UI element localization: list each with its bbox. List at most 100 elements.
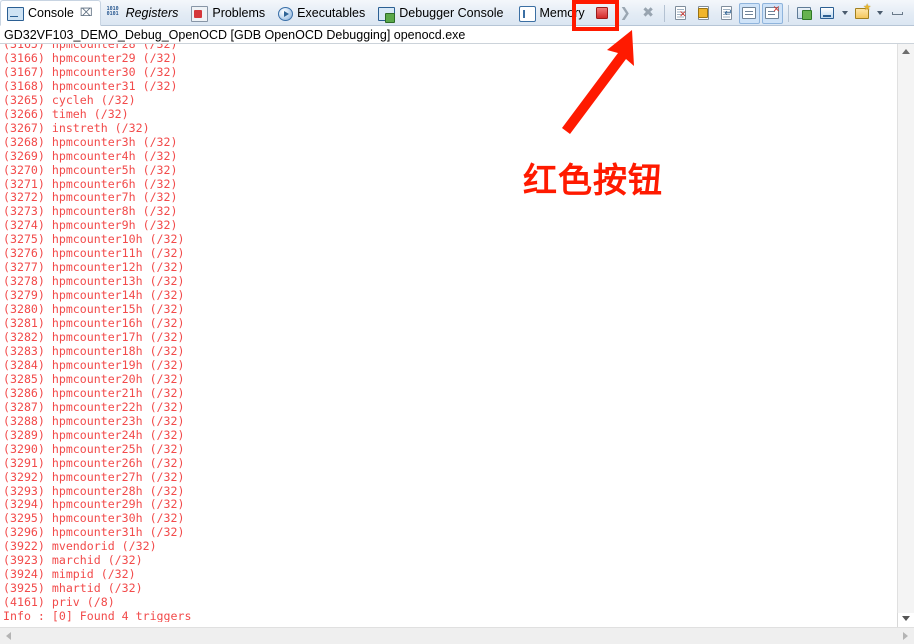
console-toolbar: ❯ ✖ ✕ ↵ ✕: [592, 0, 914, 26]
console-line: (3269) hpmcounter4h (/32): [3, 148, 178, 163]
clear-console-button[interactable]: ✕: [670, 3, 691, 24]
console-icon: [7, 6, 24, 21]
console-line: (3925) mhartid (/32): [3, 581, 143, 596]
open-console-folder-icon: [855, 4, 871, 19]
console-line: (3290) hpmcounter25h (/32): [3, 441, 185, 456]
console-output-area[interactable]: (3165) hpmcounter28 (/32) (3166) hpmcount…: [0, 44, 914, 622]
clear-badge-icon: ✕: [679, 10, 687, 20]
registers-icon: 1010 0101: [106, 5, 119, 17]
vertical-scrollbar[interactable]: [897, 44, 914, 622]
maximize-view-button[interactable]: [910, 3, 914, 24]
console-line: (3924) mimpid (/32): [3, 567, 136, 582]
tab-memory[interactable]: Memory: [511, 0, 592, 26]
tab-executables[interactable]: Executables: [272, 0, 372, 26]
console-line: (3167) hpmcounter30 (/32): [3, 64, 178, 79]
console-line: (3293) hpmcounter28h (/32): [3, 483, 185, 498]
console-line: (3282) hpmcounter17h (/32): [3, 330, 185, 345]
tab-debugger-console-label: Debugger Console: [399, 6, 504, 20]
scroll-right-arrow-icon[interactable]: [903, 632, 908, 640]
tab-console[interactable]: Console ⌧: [0, 0, 101, 26]
console-line: (3276) hpmcounter11h (/32): [3, 246, 185, 261]
show-on-output-icon: ↵: [720, 6, 733, 20]
console-line: (3274) hpmcounter9h (/32): [3, 218, 178, 233]
open-console-button[interactable]: [852, 3, 873, 24]
lock-icon: [697, 8, 708, 18]
remove-all-terminated-icon: ✖: [642, 5, 655, 21]
console-line: (3294) hpmcounter29h (/32): [3, 497, 185, 512]
tab-executables-label: Executables: [297, 6, 366, 20]
console-line: (3272) hpmcounter7h (/32): [3, 190, 178, 205]
horizontal-scrollbar[interactable]: [0, 627, 914, 644]
tab-problems[interactable]: Problems: [185, 0, 272, 26]
view-tab-strip: Console ⌧ 1010 0101 Registers Problems Ex…: [0, 0, 914, 26]
console-line: (3288) hpmcounter23h (/32): [3, 413, 185, 428]
executables-icon: [278, 6, 294, 21]
console-line: Info : [0] Found 4 triggers: [3, 609, 192, 622]
display-selected-console-button[interactable]: [817, 3, 838, 24]
tab-registers[interactable]: 1010 0101 Registers: [101, 0, 186, 26]
display-console-chevron-down-icon[interactable]: [841, 11, 848, 15]
remove-all-terminated-button[interactable]: ✖: [638, 3, 659, 24]
open-console-chevron-down-icon[interactable]: [876, 11, 883, 15]
scroll-left-arrow-icon[interactable]: [6, 632, 11, 640]
console-line: (3283) hpmcounter18h (/32): [3, 343, 185, 358]
toolbar-separator-2: [787, 4, 789, 22]
problems-icon: [191, 5, 209, 22]
terminate-button[interactable]: [592, 3, 613, 24]
console-line: (3168) hpmcounter31 (/32): [3, 78, 178, 93]
console-line: (3271) hpmcounter6h (/32): [3, 176, 178, 191]
word-wrap-icon: [742, 7, 757, 19]
console-line: (3273) hpmcounter8h (/32): [3, 204, 178, 219]
open-new-console-button[interactable]: [794, 3, 815, 24]
console-line: (3296) hpmcounter31h (/32): [3, 525, 185, 540]
console-line: (3267) instreth (/32): [3, 120, 150, 135]
console-line: (3287) hpmcounter22h (/32): [3, 399, 185, 414]
console-line: (3289) hpmcounter24h (/32): [3, 427, 185, 442]
disconnect-icon: ❯: [619, 5, 631, 21]
console-line: (3292) hpmcounter27h (/32): [3, 469, 185, 484]
pin-badge-icon: ✕: [772, 5, 781, 15]
show-console-when-output-changes-button[interactable]: ↵: [716, 3, 737, 24]
console-line: (3291) hpmcounter26h (/32): [3, 455, 185, 470]
scroll-lock-button[interactable]: [693, 3, 714, 24]
console-line: (3266) timeh (/32): [3, 106, 129, 121]
console-line: (3270) hpmcounter5h (/32): [3, 162, 178, 177]
debugger-console-icon: [378, 7, 396, 23]
console-line: (3275) hpmcounter10h (/32): [3, 232, 185, 247]
disconnect-button[interactable]: ❯: [615, 3, 636, 24]
console-line: (3280) hpmcounter15h (/32): [3, 302, 185, 317]
tab-list: Console ⌧ 1010 0101 Registers Problems Ex…: [0, 0, 592, 26]
display-console-icon: [820, 7, 835, 19]
scrollbar-corner: [897, 613, 914, 627]
minimize-view-button[interactable]: [887, 3, 908, 24]
scroll-up-arrow-icon[interactable]: [902, 49, 910, 54]
console-line: (3922) mvendorid (/32): [3, 539, 157, 554]
stop-square-icon: [596, 7, 609, 19]
clear-console-icon: ✕: [674, 6, 687, 20]
word-wrap-button[interactable]: [738, 2, 760, 24]
minimize-icon: [891, 11, 903, 15]
tab-memory-label: Memory: [539, 6, 585, 20]
pin-console-icon: ✕: [765, 5, 781, 19]
console-line: (3286) hpmcounter21h (/32): [3, 385, 185, 400]
console-line: (4161) priv (/8): [3, 595, 115, 610]
launch-configuration-title: GD32VF103_DEMO_Debug_OpenOCD [GDB OpenOC…: [0, 26, 914, 44]
pin-console-button[interactable]: ✕: [761, 2, 783, 24]
console-line: (3295) hpmcounter30h (/32): [3, 511, 185, 526]
toolbar-separator-1: [663, 4, 665, 22]
console-line: (3265) cycleh (/32): [3, 92, 136, 107]
tab-problems-label: Problems: [212, 6, 266, 20]
console-line: (3277) hpmcounter12h (/32): [3, 260, 185, 275]
tab-registers-label: Registers: [125, 6, 179, 20]
console-line: (3284) hpmcounter19h (/32): [3, 357, 185, 372]
scroll-down-arrow-icon[interactable]: [902, 616, 910, 621]
console-line: (3923) marchid (/32): [3, 553, 143, 568]
tab-console-label: Console: [28, 6, 74, 20]
close-icon[interactable]: ⌧: [80, 7, 93, 19]
reveal-arrow-icon: ↵: [724, 8, 733, 19]
tab-debugger-console[interactable]: Debugger Console: [372, 0, 510, 26]
console-line: (3278) hpmcounter13h (/32): [3, 274, 185, 289]
scroll-lock-icon: [697, 6, 709, 20]
console-line: (3285) hpmcounter20h (/32): [3, 371, 185, 386]
console-line: (3268) hpmcounter3h (/32): [3, 134, 178, 149]
